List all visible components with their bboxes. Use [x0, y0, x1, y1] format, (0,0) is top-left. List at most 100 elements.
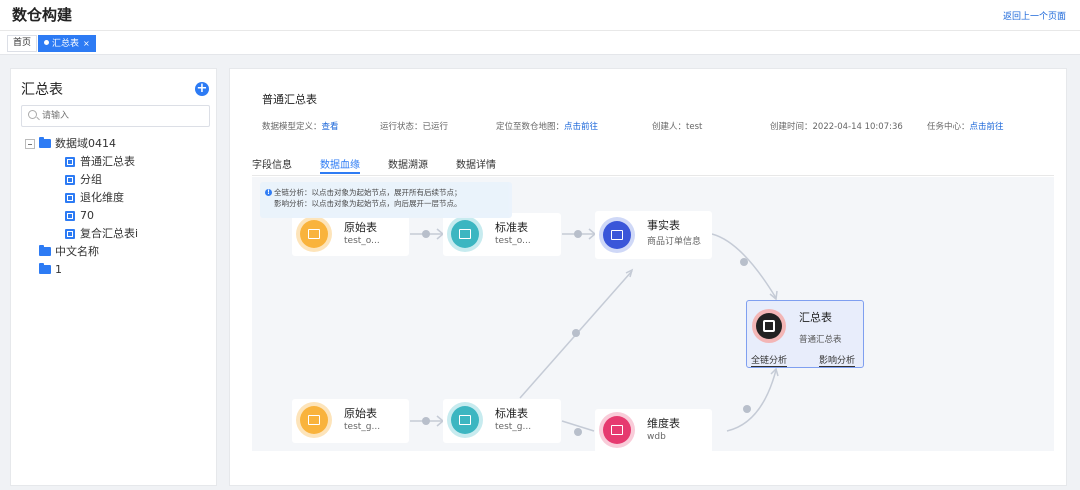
collapse-icon[interactable] [25, 139, 35, 149]
node-sub: 普通汇总表 [799, 335, 842, 345]
fact-table-icon [603, 221, 631, 249]
tab-home[interactable]: 首页 [7, 35, 38, 52]
node-name: 维度表 [647, 417, 680, 430]
node-summary[interactable]: 汇总表 普通汇总表 全链分析 影响分析 [746, 300, 864, 368]
analysis-tip: ! 全链分析：以点击对象为起始节点，展开所有后续节点； 影响分析：以点击对象为起… [260, 182, 512, 218]
dim-table-icon [603, 416, 631, 444]
info-status: 运行状态：已运行 [380, 120, 448, 132]
info-label: 数据模型定义： [262, 122, 322, 132]
tab-field-info[interactable]: 字段信息 [252, 156, 292, 174]
table-icon [65, 175, 75, 185]
info-label: 创建时间： [770, 122, 813, 132]
node-name: 汇总表 [799, 311, 832, 324]
node-fact[interactable]: 事实表 商品订单信息 [595, 211, 712, 259]
info-creator: 创建人：test [652, 120, 702, 132]
add-icon[interactable]: + [195, 82, 209, 96]
info-label: 任务中心： [927, 122, 970, 132]
lineage-canvas[interactable]: ! 全链分析：以点击对象为起始节点，展开所有后续节点； 影响分析：以点击对象为起… [252, 177, 1054, 451]
search-box [21, 105, 210, 127]
summary-table-icon [756, 313, 782, 339]
info-label: 运行状态： [380, 122, 423, 132]
std-table-icon [451, 406, 479, 434]
node-dim[interactable]: 维度表 wdb [595, 409, 712, 451]
back-link[interactable]: 返回上一个页面 [1003, 9, 1066, 22]
info-locate: 定位至数仓地图：点击前往 [496, 120, 598, 132]
node-sub: test_o... [344, 236, 380, 246]
close-icon[interactable]: × [83, 39, 90, 48]
sidebar-title: 汇总表 [21, 82, 63, 98]
node-name: 标准表 [495, 221, 528, 234]
node-raw-1[interactable]: 原始表 test_o... [292, 213, 409, 256]
node-name: 事实表 [647, 219, 680, 232]
tree-node-label: 中文名称 [55, 245, 99, 258]
tip-line: 全链分析：以点击对象为起始节点，展开所有后续节点； [274, 188, 462, 197]
tip-line: 影响分析：以点击对象为起始节点，向后展开一层节点。 [274, 199, 462, 208]
active-dot-icon [44, 40, 49, 45]
locate-map-link[interactable]: 点击前往 [564, 122, 598, 132]
node-sub: test_g... [495, 422, 532, 432]
tab-summary-label: 汇总表 [52, 39, 80, 49]
tab-divider [252, 175, 1054, 176]
tab-lineage[interactable]: 数据血缘 [320, 156, 360, 174]
tab-trace[interactable]: 数据溯源 [388, 156, 428, 174]
edge-dim-summary [726, 369, 777, 432]
info-value: 2022-04-14 10:07:36 [812, 122, 903, 132]
sidebar: 汇总表 + 数据域0414 普通汇总表 分组 退化维度 70 复合汇总表i 中文… [10, 68, 217, 486]
node-sub: test_g... [344, 422, 381, 432]
table-icon [65, 193, 75, 203]
info-task: 任务中心：点击前往 [927, 120, 1004, 132]
info-icon: ! [265, 189, 272, 196]
view-model-link[interactable]: 查看 [322, 122, 339, 132]
impact-analysis-link[interactable]: 影响分析 [819, 353, 856, 367]
table-icon [65, 229, 75, 239]
folder-icon [39, 263, 51, 274]
info-value: test [686, 122, 703, 132]
node-sub: test_o... [495, 236, 531, 246]
search-icon [28, 110, 37, 119]
node-std-1[interactable]: 标准表 test_o... [443, 213, 561, 256]
node-raw-2[interactable]: 原始表 test_g... [292, 399, 409, 443]
tree-node-label: 数据域0414 [55, 137, 116, 150]
tree-node-label: 复合汇总表i [80, 227, 139, 240]
edge-dot [574, 428, 582, 436]
full-chain-analysis-link[interactable]: 全链分析 [751, 353, 788, 367]
info-value: 已运行 [422, 122, 449, 132]
edge-dot [572, 329, 580, 337]
edge-dot [422, 230, 430, 238]
tab-details[interactable]: 数据详情 [456, 156, 496, 174]
raw-table-icon [300, 220, 328, 248]
node-name: 原始表 [344, 407, 377, 420]
info-model: 数据模型定义：查看 [262, 120, 339, 132]
info-label: 定位至数仓地图： [496, 122, 565, 132]
tree-node-label: 1 [55, 263, 62, 276]
edge-dot [574, 230, 582, 238]
node-sub: 商品订单信息 [647, 237, 702, 247]
tree-node-label: 分组 [80, 173, 102, 186]
raw-table-icon [300, 406, 328, 434]
task-center-link[interactable]: 点击前往 [970, 122, 1004, 132]
edge-dot [422, 417, 430, 425]
app-header: 数仓构建 返回上一个页面 [0, 0, 1080, 30]
info-created: 创建时间：2022-04-14 10:07:36 [770, 120, 903, 132]
page-title: 普通汇总表 [262, 93, 317, 106]
tree-node-label: 普通汇总表 [80, 155, 135, 168]
tab-summary[interactable]: 汇总表 × [38, 35, 96, 52]
folder-icon [39, 245, 51, 256]
main-panel: 普通汇总表 数据模型定义：查看 运行状态：已运行 定位至数仓地图：点击前往 创建… [229, 68, 1067, 486]
edge-dot [743, 405, 751, 413]
tab-bar: 首页 汇总表 × [0, 30, 1080, 55]
edge-dot [740, 258, 748, 266]
node-name: 原始表 [344, 221, 377, 234]
info-label: 创建人： [652, 122, 687, 132]
search-input[interactable] [42, 108, 202, 124]
node-name: 标准表 [495, 407, 528, 420]
table-icon [65, 211, 75, 221]
app-title: 数仓构建 [12, 6, 73, 24]
node-sub: wdb [647, 432, 666, 442]
table-icon [65, 157, 75, 167]
tree-node-label: 退化维度 [80, 191, 124, 204]
node-std-2[interactable]: 标准表 test_g... [443, 399, 561, 443]
std-table-icon [451, 220, 479, 248]
folder-icon [39, 137, 51, 148]
tree-node-label: 70 [80, 209, 94, 222]
